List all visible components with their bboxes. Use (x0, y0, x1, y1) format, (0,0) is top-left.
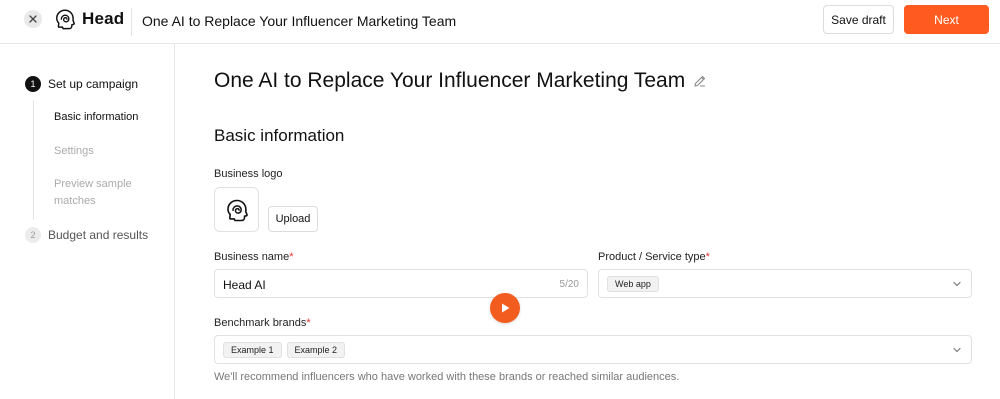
header-divider (131, 8, 132, 36)
substep-preview-sample-matches[interactable]: Preview sample matches (54, 176, 144, 210)
page-title: One AI to Replace Your Influencer Market… (214, 69, 707, 93)
character-counter: 5/20 (559, 279, 579, 290)
chevron-down-icon (953, 347, 961, 353)
helper-text: We'll recommend influencers who have wor… (214, 371, 680, 383)
step-number: 1 (25, 76, 41, 92)
required-mark: * (289, 251, 294, 263)
head-logo-icon (226, 199, 248, 221)
substep-settings[interactable]: Settings (54, 143, 154, 160)
save-draft-button[interactable]: Save draft (823, 5, 894, 34)
edit-icon (694, 75, 706, 87)
step-label: Set up campaign (48, 77, 139, 91)
business-name-label-text: Business name (214, 251, 290, 263)
benchmark-label-text: Benchmark brands (214, 317, 307, 329)
brand-logo[interactable]: Head (54, 7, 124, 31)
benchmark-brands-label: Benchmark brands* (214, 317, 311, 329)
required-mark: * (705, 251, 710, 263)
product-type-select[interactable]: Web app (598, 269, 972, 298)
edit-title-button[interactable] (693, 74, 707, 88)
product-type-label-text: Product / Service type (598, 251, 706, 263)
page-title-text: One AI to Replace Your Influencer Market… (214, 69, 686, 92)
substep-line (33, 100, 34, 220)
section-title: Basic information (214, 126, 345, 145)
benchmark-tags: Example 1 Example 2 (223, 342, 350, 358)
next-button[interactable]: Next (904, 5, 989, 34)
top-bar: Head One AI to Replace Your Influencer M… (0, 0, 1000, 44)
business-name-label: Business name* (214, 251, 294, 263)
tag-chip[interactable]: Example 1 (223, 342, 282, 358)
chevron-down-icon (953, 281, 961, 287)
step-number: 2 (25, 227, 41, 243)
close-icon (29, 15, 37, 23)
close-button[interactable] (24, 10, 42, 28)
step-set-up-campaign[interactable]: 1 Set up campaign (25, 76, 138, 92)
product-type-label: Product / Service type* (598, 251, 710, 263)
substep-basic-information[interactable]: Basic information (54, 109, 154, 126)
play-video-button[interactable] (490, 293, 520, 323)
play-icon (502, 303, 510, 313)
header-title: One AI to Replace Your Influencer Market… (142, 13, 457, 29)
business-logo-preview[interactable] (214, 187, 259, 232)
required-mark: * (306, 317, 311, 329)
tag-chip[interactable]: Example 2 (286, 342, 346, 358)
upload-button[interactable]: Upload (268, 206, 318, 232)
product-type-tags: Web app (607, 276, 664, 292)
step-budget-and-results[interactable]: 2 Budget and results (25, 227, 148, 243)
sidebar-steps: 1 Set up campaign Basic information Sett… (0, 44, 175, 399)
business-logo-label: Business logo (214, 168, 283, 180)
business-name-value: Head AI (223, 278, 266, 292)
benchmark-brands-select[interactable]: Example 1 Example 2 (214, 335, 972, 364)
tag-chip: Web app (607, 276, 659, 292)
business-name-input[interactable]: Head AI 5/20 (214, 269, 588, 298)
head-logo-icon (56, 9, 75, 30)
logo-text: Head (82, 9, 125, 28)
step-label: Budget and results (48, 228, 149, 242)
